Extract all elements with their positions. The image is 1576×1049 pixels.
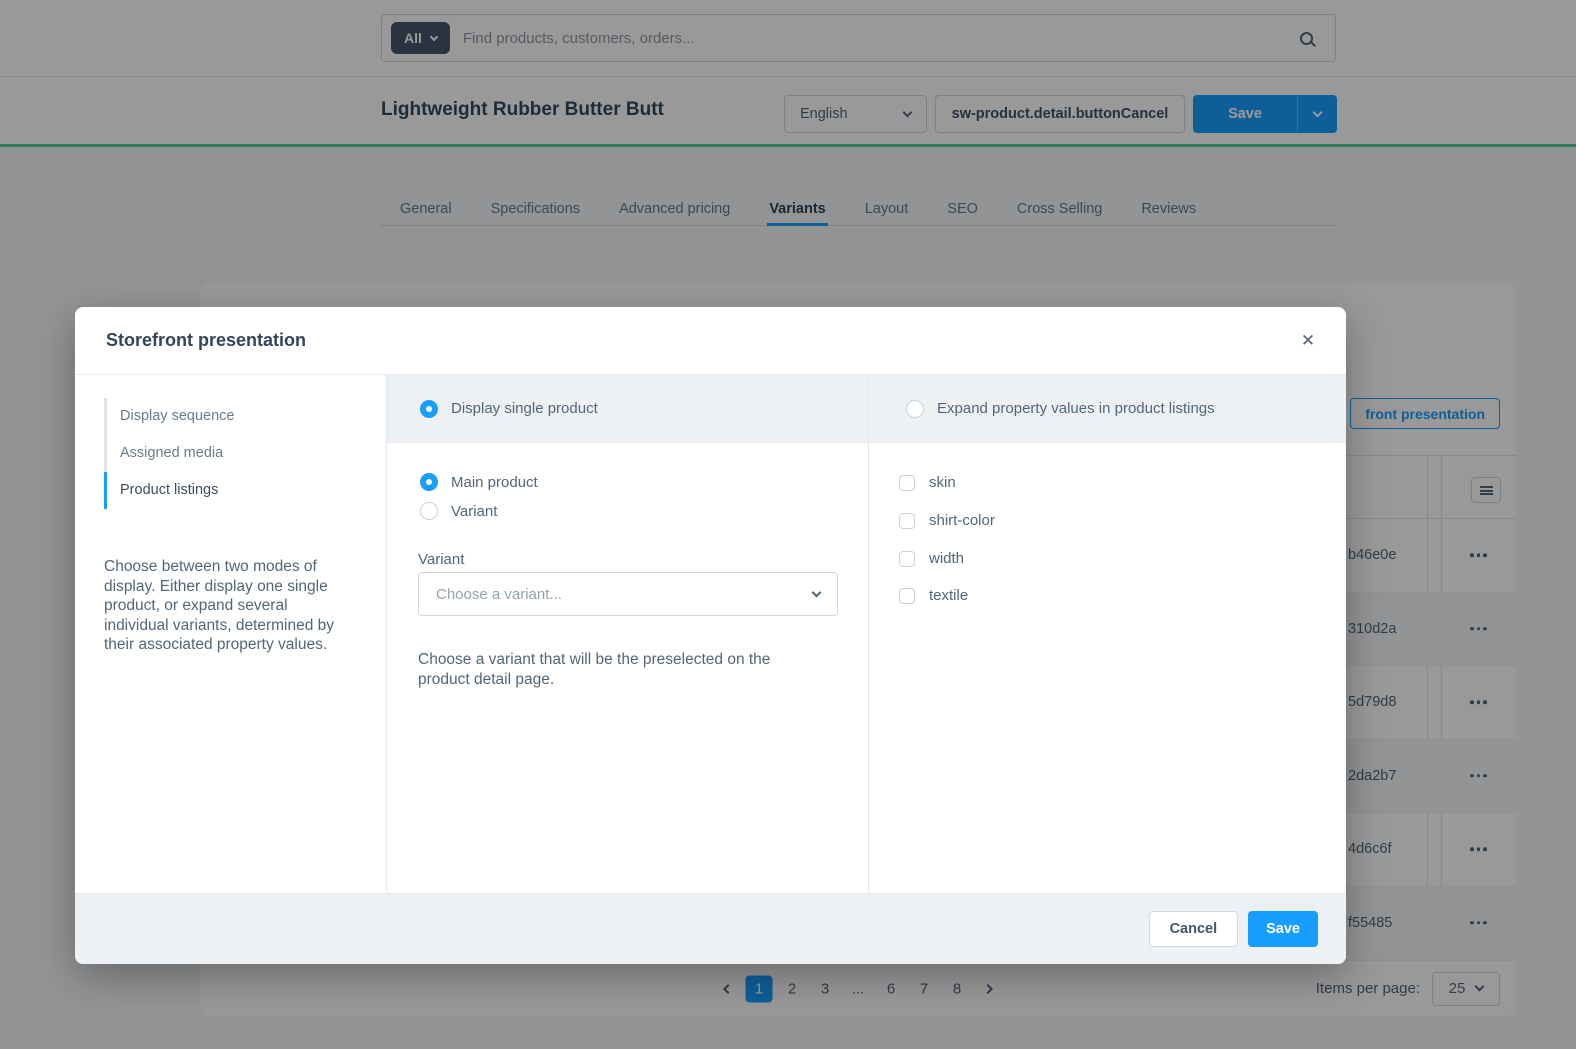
modal-footer: Cancel Save (75, 893, 1346, 964)
single-product-panel: Display single product Main product Vari… (387, 375, 869, 893)
radio-selected-icon[interactable] (420, 473, 438, 491)
sidebar-item-product-listings[interactable]: Product listings (104, 472, 234, 509)
storefront-presentation-modal: Storefront presentation ✕ Display sequen… (75, 307, 1346, 964)
property-shirt-color-label: shirt-color (929, 512, 995, 529)
property-shirt-color[interactable]: shirt-color (899, 512, 995, 529)
expand-property-values-option[interactable]: Expand property values in product listin… (906, 400, 1215, 418)
checkbox-icon[interactable] (899, 513, 915, 529)
close-icon[interactable]: ✕ (1296, 329, 1320, 353)
variant-select[interactable]: Choose a variant... (418, 572, 838, 616)
variant-option-label: Variant (451, 503, 497, 520)
variant-field-label: Variant (418, 551, 464, 568)
modal-sidebar-nav: Display sequence Assigned media Product … (104, 398, 234, 509)
property-skin-label: skin (929, 474, 956, 491)
radio-unselected-icon[interactable] (906, 400, 924, 418)
property-width[interactable]: width (899, 550, 964, 567)
radio-unselected-icon[interactable] (420, 502, 438, 520)
chevron-down-icon (812, 587, 822, 597)
checkbox-icon[interactable] (899, 475, 915, 491)
expand-mode-header: Expand property values in product listin… (869, 375, 1346, 443)
property-skin[interactable]: skin (899, 474, 956, 491)
property-textile[interactable]: textile (899, 587, 968, 604)
checkbox-icon[interactable] (899, 588, 915, 604)
sidebar-item-assigned-media[interactable]: Assigned media (104, 435, 234, 472)
sidebar-item-display-sequence[interactable]: Display sequence (104, 398, 234, 435)
main-product-option[interactable]: Main product (420, 473, 538, 491)
display-single-product-label: Display single product (451, 400, 598, 417)
main-product-label: Main product (451, 474, 538, 491)
modal-title: Storefront presentation (106, 330, 306, 351)
variant-helper-text: Choose a variant that will be the presel… (418, 650, 820, 689)
expand-properties-panel: Expand property values in product listin… (869, 375, 1346, 893)
variant-option[interactable]: Variant (420, 502, 497, 520)
modal-save-button[interactable]: Save (1248, 911, 1318, 947)
sidebar-description: Choose between two modes of display. Eit… (104, 557, 356, 655)
property-textile-label: textile (929, 587, 968, 604)
radio-selected-icon[interactable] (420, 400, 438, 418)
modal-sidebar: Display sequence Assigned media Product … (75, 375, 387, 893)
expand-property-values-label: Expand property values in product listin… (937, 400, 1215, 417)
display-single-product-option[interactable]: Display single product (420, 400, 598, 418)
single-product-mode-header: Display single product (387, 375, 868, 443)
property-width-label: width (929, 550, 964, 567)
modal-cancel-button[interactable]: Cancel (1149, 911, 1239, 947)
checkbox-icon[interactable] (899, 551, 915, 567)
modal-header: Storefront presentation ✕ (75, 307, 1346, 375)
variant-select-placeholder: Choose a variant... (436, 586, 562, 603)
